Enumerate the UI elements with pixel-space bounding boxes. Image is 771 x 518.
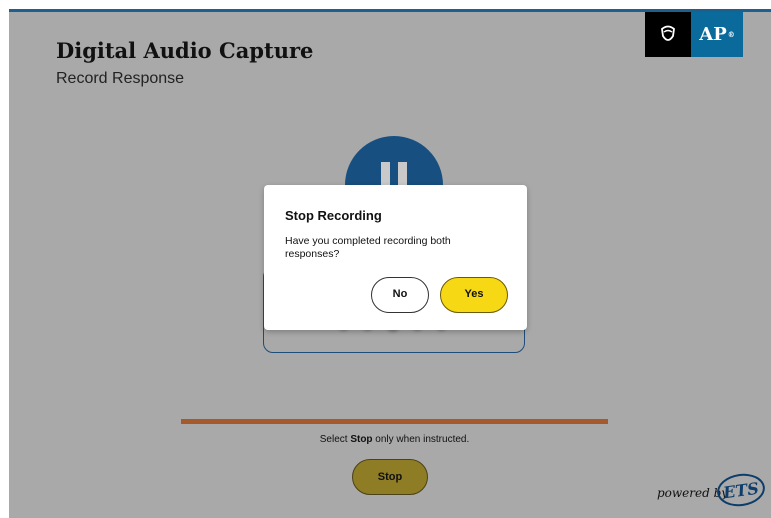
ets-logo: ETS <box>715 470 767 510</box>
page-title: Digital Audio Capture <box>56 38 314 63</box>
dialog-message: Have you completed recording both respon… <box>285 235 451 260</box>
ap-logo-mark: ® <box>727 30 735 39</box>
instruction-suffix: only when instructed. <box>372 434 470 445</box>
ap-logo-text: AP <box>699 24 727 45</box>
page-subtitle: Record Response <box>56 70 185 87</box>
stop-recording-dialog: Stop Recording Have you completed record… <box>264 185 527 330</box>
recording-progress-bar <box>181 419 608 424</box>
acorn-seal-icon <box>661 25 675 41</box>
stop-button[interactable]: Stop <box>352 459 428 495</box>
stop-instruction: Select Stop only when instructed. <box>181 434 608 445</box>
no-button[interactable]: No <box>371 277 429 313</box>
dialog-title: Stop Recording <box>285 208 382 223</box>
instruction-prefix: Select <box>319 434 351 445</box>
ap-logo: AP ® <box>691 12 743 57</box>
instruction-bold: Stop <box>350 434 373 445</box>
yes-button[interactable]: Yes <box>440 277 508 313</box>
college-board-logo-icon <box>645 12 691 57</box>
